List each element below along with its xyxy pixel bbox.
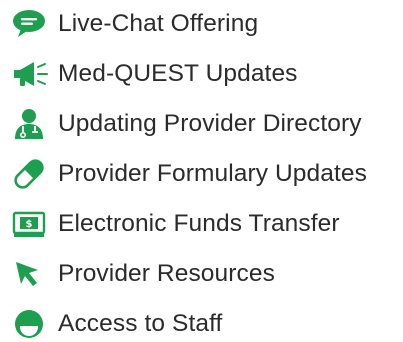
menu-item-label: Updating Provider Directory xyxy=(58,110,362,137)
doctor-icon xyxy=(12,106,52,142)
menu-item-access-to-staff[interactable]: Access to Staff xyxy=(12,306,403,342)
svg-text:$: $ xyxy=(26,219,33,230)
pill-icon xyxy=(12,156,52,192)
menu-item-med-quest-updates[interactable]: Med-QUEST Updates xyxy=(12,56,403,92)
menu-item-updating-provider-directory[interactable]: Updating Provider Directory xyxy=(12,106,403,142)
menu-item-label: Provider Formulary Updates xyxy=(58,160,367,187)
menu-item-label: Provider Resources xyxy=(58,260,275,287)
megaphone-icon xyxy=(12,56,52,92)
menu-item-electronic-funds-transfer[interactable]: $ Electronic Funds Transfer xyxy=(12,206,403,242)
menu-item-provider-resources[interactable]: Provider Resources xyxy=(12,256,403,292)
menu-item-label: Access to Staff xyxy=(58,310,223,337)
chat-bubble-icon xyxy=(12,6,52,42)
menu-item-label: Med-QUEST Updates xyxy=(58,60,298,87)
menu-item-provider-formulary-updates[interactable]: Provider Formulary Updates xyxy=(12,156,403,192)
menu-item-live-chat-offering[interactable]: Live-Chat Offering xyxy=(12,6,403,42)
staff-headset-icon xyxy=(12,306,52,342)
money-bill-icon: $ xyxy=(12,206,52,242)
cursor-arrow-icon xyxy=(12,256,52,292)
menu-item-label: Live-Chat Offering xyxy=(58,10,259,37)
menu-item-label: Electronic Funds Transfer xyxy=(58,210,340,237)
